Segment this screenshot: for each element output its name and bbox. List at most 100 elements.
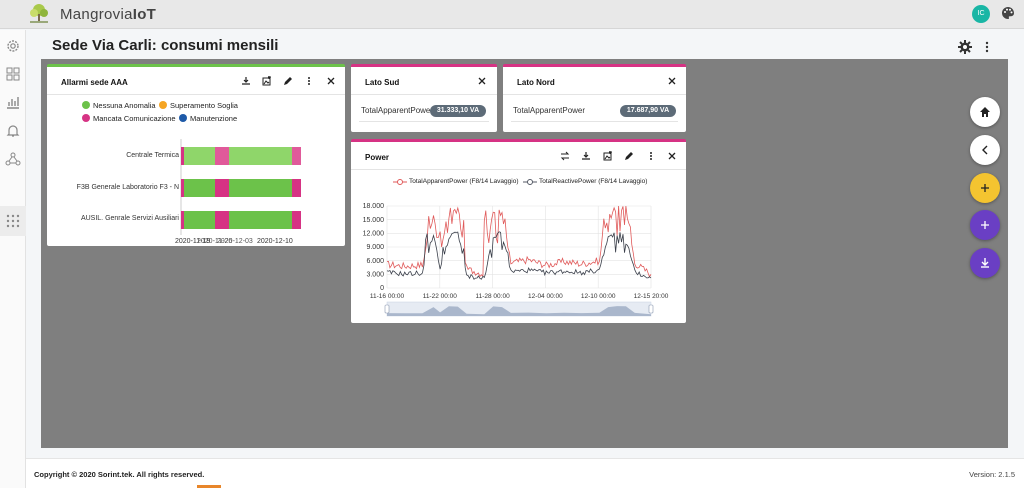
- download-icon: [981, 258, 989, 268]
- more-vert-icon[interactable]: [980, 40, 994, 54]
- close-icon[interactable]: [667, 151, 677, 161]
- timeline-segment: [215, 179, 229, 197]
- series-line-reactive: [386, 231, 652, 280]
- legend-label: Manutenzione: [190, 114, 238, 123]
- alarms-widget: Allarmi sede AAA Nessuna Anomalia Supera…: [47, 64, 345, 246]
- y-tick-label: 3.000: [366, 272, 384, 279]
- timeline-segment: [181, 147, 184, 165]
- palette-icon[interactable]: [1001, 6, 1015, 20]
- timeline-segment: [215, 147, 229, 165]
- legend-item-no-comm[interactable]: Mancata Comunicazione: [82, 114, 176, 123]
- timeline-row-label: F3B Generale Laboratorio F3 - N: [76, 184, 179, 191]
- power-title: Power: [365, 153, 390, 162]
- x-tick-label: 12-10 00:00: [581, 293, 616, 300]
- footer: Copyright © 2020 Sorint.tek. All rights …: [26, 458, 1024, 488]
- dashboard-icon[interactable]: [5, 66, 21, 82]
- timeline-row-label: AUSIL. Genrale Servizi Ausiliari: [80, 215, 179, 222]
- lato-nord-title: Lato Nord: [517, 78, 555, 87]
- legend-item-threshold[interactable]: Superamento Soglia: [159, 101, 238, 110]
- legend-label-reactive[interactable]: TotalReactivePower (F8/14 Lavaggio): [539, 178, 647, 185]
- timeline-segment: [292, 211, 301, 229]
- fab-home[interactable]: [970, 97, 1000, 127]
- timeline-segment: [181, 211, 184, 229]
- card-divider: [359, 121, 489, 122]
- y-tick-label: 15.000: [363, 217, 385, 224]
- user-avatar[interactable]: IC: [972, 5, 990, 23]
- y-tick-label: 9.000: [366, 244, 384, 251]
- x-tick-label: 11-22 00:00: [423, 293, 458, 300]
- page-title: Sede Via Carli: consumi mensili: [52, 37, 279, 54]
- chevron-left-icon: [982, 145, 988, 155]
- grid-icon[interactable]: [5, 213, 21, 229]
- x-tick-overlap-label: 2020-12-03: [217, 238, 253, 245]
- download-icon[interactable]: [581, 151, 591, 161]
- metric-value-badge: 17.687,90 VA: [620, 105, 676, 117]
- app-title: MangroviaIoT: [60, 6, 157, 23]
- close-icon[interactable]: [477, 76, 487, 86]
- x-tick-label: 12-04 00:00: [528, 293, 563, 300]
- alarm-timeline-chart: [180, 139, 301, 235]
- card-divider: [47, 94, 345, 95]
- settings-gear-icon[interactable]: [958, 40, 972, 54]
- copyright-text: Copyright © 2020 Sorint.tek. All rights …: [34, 470, 205, 479]
- close-icon[interactable]: [667, 76, 677, 86]
- more-vert-icon[interactable]: [646, 151, 656, 161]
- add-icon: [981, 221, 989, 229]
- lato-sud-widget: Lato Sud TotalApparentPower 31.333,10 VA: [351, 64, 497, 132]
- x-tick-label: 11-28 00:00: [475, 293, 510, 300]
- swap-icon[interactable]: [560, 151, 570, 161]
- power-widget: Power TotalApparentPower (F8/14 Lavaggio…: [351, 139, 686, 323]
- legend-item-none[interactable]: Nessuna Anomalia: [82, 101, 156, 110]
- fab-back[interactable]: [970, 135, 1000, 165]
- legend-dot: [159, 101, 167, 109]
- edit-icon[interactable]: [624, 151, 634, 161]
- x-tick-label: 2020-12-10: [257, 238, 293, 245]
- fab-download[interactable]: [970, 248, 1000, 278]
- edit-icon[interactable]: [283, 76, 293, 86]
- legend-dot: [82, 101, 90, 109]
- alarms-title: Allarmi sede AAA: [61, 78, 128, 87]
- export-image-icon[interactable]: [603, 151, 613, 161]
- export-image-icon[interactable]: [262, 76, 272, 86]
- timeline-row-ausil: [181, 211, 301, 229]
- timeline-segment: [181, 179, 184, 197]
- close-icon[interactable]: [326, 76, 336, 86]
- timeline-segment: [184, 179, 215, 197]
- legend-label: Nessuna Anomalia: [93, 101, 156, 110]
- metric-value-badge: 31.333,10 VA: [430, 105, 486, 117]
- card-divider: [351, 169, 686, 170]
- add-icon: [981, 184, 989, 192]
- card-divider: [511, 121, 678, 122]
- timeline-row-f3b: [181, 179, 301, 197]
- network-icon[interactable]: [5, 151, 21, 167]
- legend-marker-reactive: [523, 179, 537, 185]
- y-tick-label: 6.000: [366, 258, 384, 265]
- legend-item-maintenance[interactable]: Manutenzione: [179, 114, 237, 123]
- mangrovia-logo: [30, 4, 48, 23]
- timeline-segment: [229, 179, 292, 197]
- timeline-segment: [292, 147, 301, 165]
- chart-icon[interactable]: [5, 94, 21, 110]
- download-icon[interactable]: [241, 76, 251, 86]
- legend-dot: [179, 114, 187, 122]
- power-line-chart[interactable]: 0 3.000 6.000 9.000 12.000 15.000 18.000 11-16…: [351, 198, 686, 323]
- legend-label-apparent[interactable]: TotalApparentPower (F8/14 Lavaggio): [409, 178, 518, 185]
- timeline-segment: [215, 211, 229, 229]
- fab-add-yellow[interactable]: [970, 173, 1000, 203]
- version-text: Version: 2.1.5: [969, 470, 1015, 479]
- bell-icon[interactable]: [5, 123, 21, 139]
- timeline-segment: [229, 211, 292, 229]
- navigator-handle-right[interactable]: [648, 304, 654, 314]
- metric-label: TotalApparentPower: [361, 106, 434, 115]
- legend-marker-apparent: [393, 179, 407, 185]
- fab-add-purple[interactable]: [970, 210, 1000, 240]
- lato-nord-widget: Lato Nord TotalApparentPower 17.687,90 V…: [503, 64, 686, 132]
- home-icon: [980, 107, 990, 117]
- gear-icon[interactable]: [5, 38, 21, 54]
- navigator-handle-left[interactable]: [384, 304, 390, 314]
- sidebar: [0, 30, 26, 488]
- more-vert-icon[interactable]: [304, 76, 314, 86]
- timeline-row-label: Centrale Termica: [126, 152, 179, 159]
- y-tick-label: 12.000: [363, 231, 385, 238]
- metric-label: TotalApparentPower: [513, 106, 586, 115]
